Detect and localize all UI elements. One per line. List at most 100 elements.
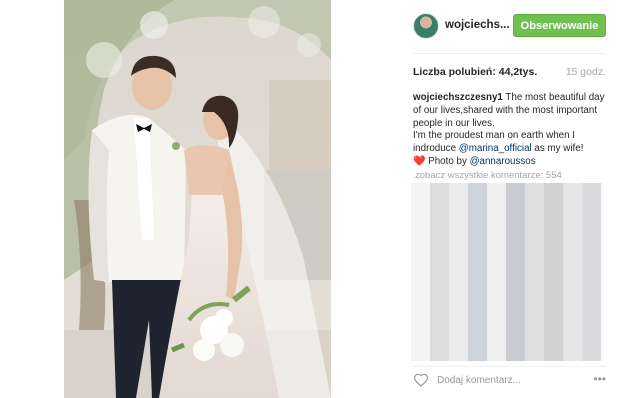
pixel-cell xyxy=(411,263,430,281)
pixel-cell xyxy=(582,312,601,329)
caption-text-4: Photo by xyxy=(425,155,470,167)
pixel-cell xyxy=(468,247,487,264)
more-dots-icon[interactable]: ••• xyxy=(593,373,606,385)
username-link[interactable]: wojciechs... xyxy=(445,19,510,31)
pixel-cell xyxy=(563,328,582,345)
caption-author-link[interactable]: wojciechszczesny1 xyxy=(413,92,503,103)
pixel-cell xyxy=(430,312,449,329)
pixel-cell xyxy=(582,215,601,232)
pixel-cell xyxy=(506,231,525,248)
post-header: wojciechs... Obserwowanie xyxy=(331,0,620,54)
pixel-cell xyxy=(487,215,506,232)
pixel-cell xyxy=(506,183,525,200)
mention-link-marina[interactable]: @marina_official xyxy=(459,143,532,154)
pixel-cell xyxy=(582,328,601,345)
pixel-cell xyxy=(582,183,601,200)
pixel-cell xyxy=(525,296,544,313)
caption-text-3: as my wife! xyxy=(531,143,584,155)
pixel-cell xyxy=(449,344,468,362)
pixel-cell xyxy=(582,263,601,281)
divider xyxy=(413,53,606,54)
pixel-cell xyxy=(525,344,544,362)
pixel-cell xyxy=(449,247,468,264)
pixel-cell xyxy=(468,328,487,345)
view-all-comments-link[interactable]: zobacz wszystkie komentarze: 554 xyxy=(415,170,562,181)
pixel-cell xyxy=(563,344,582,362)
pixel-cell xyxy=(563,312,582,329)
pixel-cell xyxy=(525,247,544,264)
pixel-cell xyxy=(487,231,506,248)
pixel-cell xyxy=(525,263,544,281)
pixel-cell xyxy=(506,312,525,329)
pixel-cell xyxy=(430,215,449,232)
pixel-cell xyxy=(468,183,487,200)
pixel-cell xyxy=(411,215,430,232)
pixel-cell xyxy=(544,344,563,362)
pixel-cell xyxy=(544,296,563,313)
pixel-cell xyxy=(544,247,563,264)
avatar[interactable] xyxy=(413,13,439,39)
likes-count[interactable]: Liczba polubień: 44,2tys. xyxy=(413,66,537,78)
pixel-cell xyxy=(563,183,582,200)
pixel-cell xyxy=(411,199,430,216)
pixel-cell xyxy=(563,231,582,248)
pixel-cell xyxy=(506,296,525,313)
post-footer: ••• xyxy=(413,371,606,391)
post-photo[interactable] xyxy=(64,0,331,398)
pixel-cell xyxy=(487,296,506,313)
likes-row: Liczba polubień: 44,2tys. 15 godz. xyxy=(413,66,606,80)
pixel-cell xyxy=(430,247,449,264)
pixel-cell xyxy=(525,215,544,232)
pixel-cell xyxy=(449,263,468,281)
pixel-cell xyxy=(430,280,449,297)
pixel-cell xyxy=(449,215,468,232)
pixel-cell xyxy=(487,328,506,345)
pixel-cell xyxy=(563,247,582,264)
pixel-cell xyxy=(449,231,468,248)
pixel-cell xyxy=(544,215,563,232)
pixel-cell xyxy=(563,215,582,232)
pixel-cell xyxy=(506,328,525,345)
pixel-cell xyxy=(449,183,468,200)
pixel-cell xyxy=(468,280,487,297)
pixel-cell xyxy=(468,199,487,216)
post-time[interactable]: 15 godz. xyxy=(566,66,606,78)
pixel-cell xyxy=(563,280,582,297)
pixel-cell xyxy=(544,328,563,345)
pixel-cell xyxy=(487,263,506,281)
pixel-cell xyxy=(411,280,430,297)
pixel-cell xyxy=(411,183,430,200)
post-caption: wojciechszczesny1 The most beautiful day… xyxy=(413,92,613,169)
comment-input[interactable] xyxy=(437,372,567,388)
pixel-cell xyxy=(468,312,487,329)
pixel-cell xyxy=(449,199,468,216)
pixel-cell xyxy=(487,344,506,362)
pixel-cell xyxy=(430,328,449,345)
pixel-cell xyxy=(449,296,468,313)
pixel-cell xyxy=(468,215,487,232)
post-side-panel: wojciechs... Obserwowanie Liczba polubie… xyxy=(331,0,620,398)
pixel-cell xyxy=(525,312,544,329)
pixel-cell xyxy=(430,199,449,216)
pixel-cell xyxy=(544,183,563,200)
pixel-cell xyxy=(430,344,449,362)
divider xyxy=(413,366,606,367)
pixel-cell xyxy=(525,280,544,297)
pixel-cell xyxy=(449,328,468,345)
mention-link-annaroussos[interactable]: @annaroussos xyxy=(470,156,536,167)
pixel-cell xyxy=(506,199,525,216)
pixel-cell xyxy=(487,183,506,200)
pixel-cell xyxy=(506,263,525,281)
pixel-cell xyxy=(411,296,430,313)
pixel-cell xyxy=(563,199,582,216)
heart-outline-icon[interactable] xyxy=(413,373,429,387)
pixel-cell xyxy=(430,263,449,281)
pixel-cell xyxy=(563,296,582,313)
pixel-cell xyxy=(544,312,563,329)
pixel-cell xyxy=(430,231,449,248)
pixel-cell xyxy=(468,231,487,248)
pixel-cell xyxy=(487,199,506,216)
pixel-cell xyxy=(487,280,506,297)
follow-button[interactable]: Obserwowanie xyxy=(513,14,606,37)
pixel-cell xyxy=(563,263,582,281)
